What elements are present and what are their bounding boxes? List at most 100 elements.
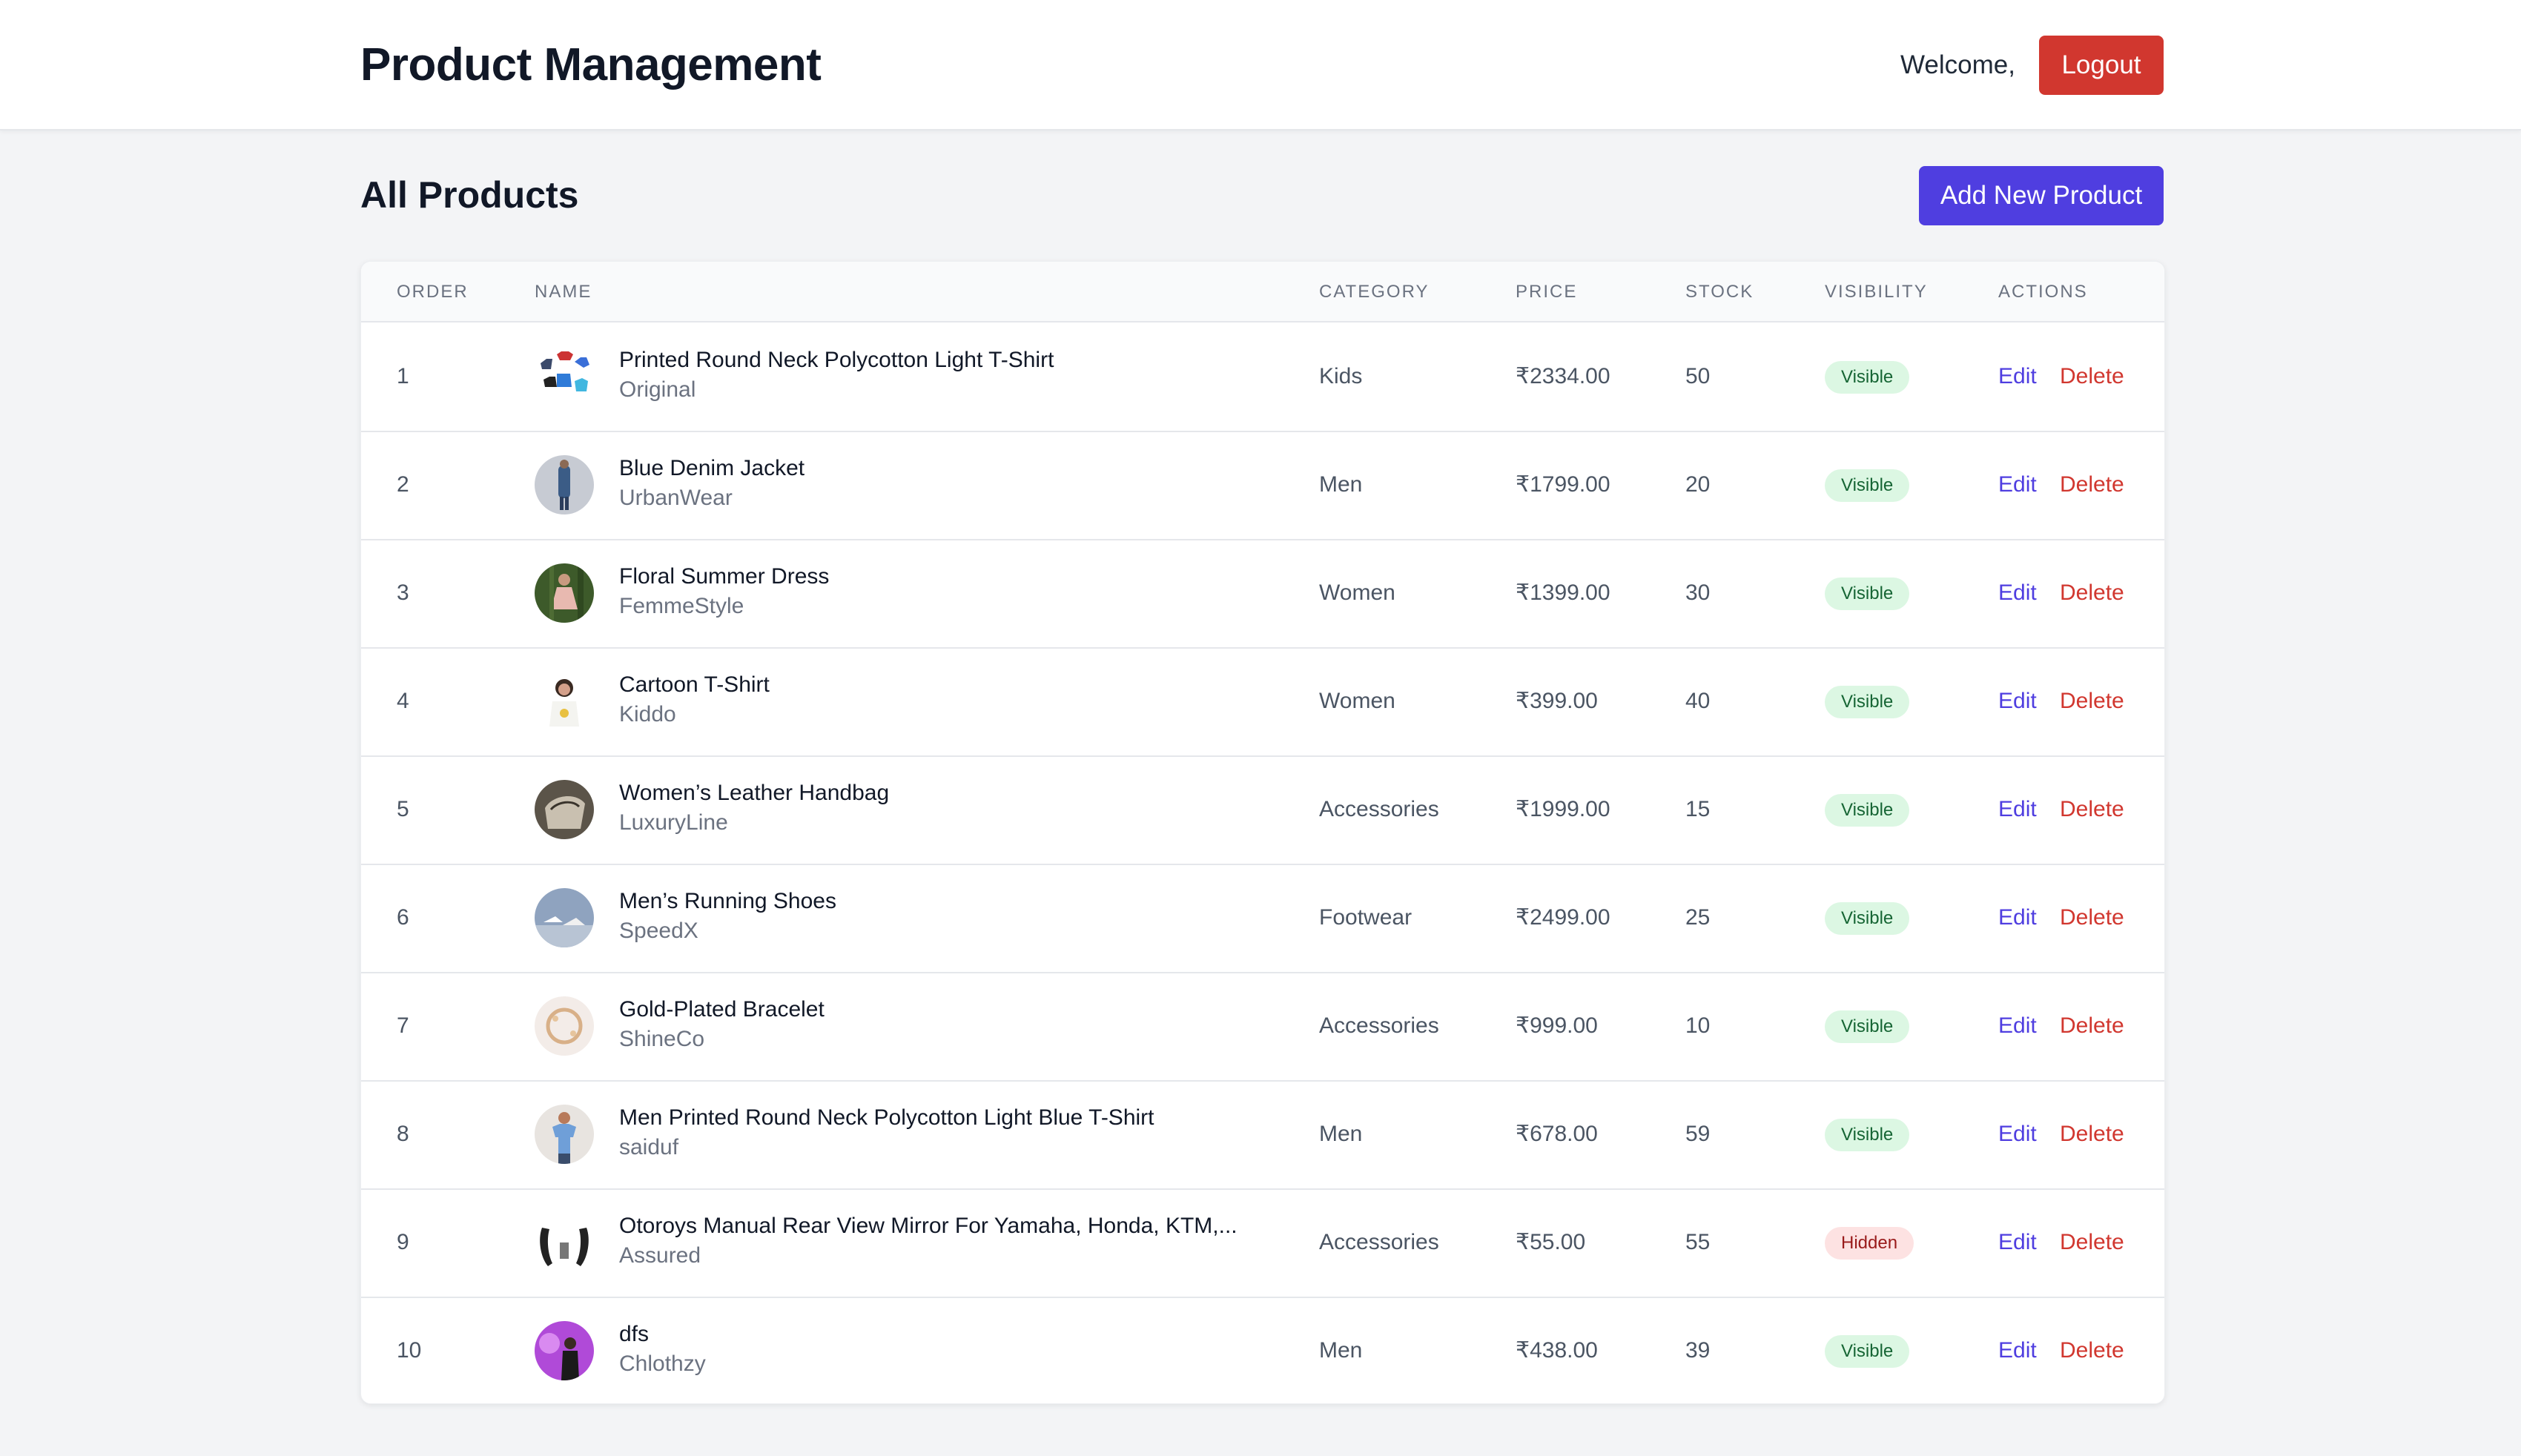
category-cell: Women: [1319, 689, 1395, 713]
column-header-visibility: VISIBILITY: [1825, 282, 1928, 302]
edit-link[interactable]: Edit: [1998, 796, 2037, 823]
delete-link[interactable]: Delete: [2060, 1013, 2124, 1039]
price-cell: ₹2334.00: [1516, 364, 1610, 388]
product-brand: Assured: [619, 1243, 701, 1268]
order-cell: 8: [397, 1122, 409, 1146]
cartoon-tshirt-icon: [535, 672, 594, 731]
delete-link[interactable]: Delete: [2060, 904, 2124, 931]
delete-link[interactable]: Delete: [2060, 1229, 2124, 1256]
stock-cell: 20: [1685, 472, 1711, 497]
visibility-badge: Visible: [1825, 361, 1910, 394]
delete-link[interactable]: Delete: [2060, 363, 2124, 390]
product-brand: LuxuryLine: [619, 810, 728, 835]
edit-link[interactable]: Edit: [1998, 471, 2037, 498]
category-cell: Men: [1319, 1122, 1363, 1146]
product-brand: Original: [619, 377, 696, 402]
bracelet-icon: [535, 996, 594, 1056]
visibility-badge: Visible: [1825, 794, 1910, 827]
delete-link[interactable]: Delete: [2060, 796, 2124, 823]
edit-link[interactable]: Edit: [1998, 688, 2037, 715]
product-brand: Chlothzy: [619, 1351, 706, 1376]
stock-cell: 59: [1685, 1122, 1711, 1146]
category-cell: Accessories: [1319, 1230, 1439, 1254]
edit-link[interactable]: Edit: [1998, 1337, 2037, 1364]
category-cell: Footwear: [1319, 905, 1413, 930]
edit-link[interactable]: Edit: [1998, 904, 2037, 931]
table-header: ORDER NAME CATEGORY PRICE STOCK VISIBILI…: [361, 262, 2164, 322]
product-name: Blue Denim Jacket: [619, 456, 805, 480]
table-row: 1 Printed Round Neck Polycotton Light T-S…: [361, 322, 2164, 432]
order-cell: 4: [397, 689, 409, 713]
handbag-icon: [535, 780, 594, 839]
price-cell: ₹1399.00: [1516, 580, 1610, 605]
product-brand: ShineCo: [619, 1027, 705, 1051]
visibility-badge: Visible: [1825, 686, 1910, 718]
table-row: 10 dfs Chlothzy Men ₹438.00 39 Visible Edit Dele…: [361, 1297, 2164, 1403]
stock-cell: 55: [1685, 1230, 1711, 1254]
delete-link[interactable]: Delete: [2060, 688, 2124, 715]
edit-link[interactable]: Edit: [1998, 1121, 2037, 1148]
delete-link[interactable]: Delete: [2060, 1121, 2124, 1148]
product-name: Floral Summer Dress: [619, 564, 830, 589]
price-cell: ₹999.00: [1516, 1013, 1598, 1038]
jacket-icon: [535, 455, 594, 514]
products-table: ORDER NAME CATEGORY PRICE STOCK VISIBILI…: [360, 261, 2165, 1404]
product-name: Otoroys Manual Rear View Mirror For Yama…: [619, 1214, 1238, 1238]
order-cell: 10: [397, 1338, 422, 1363]
product-name: dfs: [619, 1322, 650, 1346]
app-title: Product Management: [360, 39, 822, 90]
product-brand: FemmeStyle: [619, 594, 744, 618]
stock-cell: 25: [1685, 905, 1711, 930]
stock-cell: 10: [1685, 1013, 1711, 1038]
column-header-stock: STOCK: [1685, 282, 1754, 302]
add-new-product-button[interactable]: Add New Product: [1919, 166, 2164, 225]
table-row: 9 Otoroys Manual Rear View Mirror For Yam…: [361, 1188, 2164, 1298]
product-name: Men Printed Round Neck Polycotton Light …: [619, 1105, 1154, 1130]
price-cell: ₹1799.00: [1516, 472, 1610, 497]
column-header-name: NAME: [535, 282, 592, 302]
column-header-order: ORDER: [397, 282, 469, 302]
edit-link[interactable]: Edit: [1998, 1013, 2037, 1039]
delete-link[interactable]: Delete: [2060, 580, 2124, 606]
column-header-category: CATEGORY: [1319, 282, 1430, 302]
category-cell: Kids: [1319, 364, 1363, 388]
welcome-text: Welcome,: [1900, 50, 2015, 79]
table-row: 3 Floral Summer Dress FemmeStyle Women ₹1399…: [361, 539, 2164, 649]
visibility-badge: Visible: [1825, 1119, 1910, 1151]
category-cell: Men: [1319, 1338, 1363, 1363]
product-name: Women’s Leather Handbag: [619, 781, 890, 805]
visibility-badge: Visible: [1825, 902, 1910, 935]
product-brand: SpeedX: [619, 919, 698, 943]
category-cell: Women: [1319, 580, 1395, 605]
table-row: 6 Men’s Running Shoes SpeedX Footwear ₹2499.…: [361, 864, 2164, 973]
mirror-icon: [535, 1213, 594, 1272]
price-cell: ₹55.00: [1516, 1230, 1586, 1254]
edit-link[interactable]: Edit: [1998, 580, 2037, 606]
product-name: Cartoon T-Shirt: [619, 672, 770, 697]
table-row: 8 Men Printed Round Neck Polycotton Light…: [361, 1080, 2164, 1190]
tshirts-icon: [535, 347, 594, 406]
order-cell: 3: [397, 580, 409, 605]
edit-link[interactable]: Edit: [1998, 1229, 2037, 1256]
edit-link[interactable]: Edit: [1998, 363, 2037, 390]
stock-cell: 30: [1685, 580, 1711, 605]
promo-icon: [535, 1321, 594, 1380]
table-row: 4 Cartoon T-Shirt Kiddo Women ₹399.00 40 Visib…: [361, 647, 2164, 757]
column-header-price: PRICE: [1516, 282, 1578, 302]
visibility-badge: Visible: [1825, 578, 1910, 610]
order-cell: 1: [397, 364, 409, 388]
category-cell: Accessories: [1319, 797, 1439, 821]
column-header-actions: ACTIONS: [1998, 282, 2088, 302]
product-brand: UrbanWear: [619, 486, 733, 510]
table-row: 5 Women’s Leather Handbag LuxuryLine Access…: [361, 755, 2164, 865]
stock-cell: 50: [1685, 364, 1711, 388]
dress-icon: [535, 563, 594, 623]
price-cell: ₹678.00: [1516, 1122, 1598, 1146]
product-brand: saiduf: [619, 1135, 679, 1159]
price-cell: ₹2499.00: [1516, 905, 1610, 930]
top-header: Product Management Welcome, Logout: [0, 0, 2521, 130]
delete-link[interactable]: Delete: [2060, 471, 2124, 498]
delete-link[interactable]: Delete: [2060, 1337, 2124, 1364]
table-row: 2 Blue Denim Jacket UrbanWear Men ₹1799.00 20…: [361, 431, 2164, 540]
logout-button[interactable]: Logout: [2039, 36, 2164, 95]
